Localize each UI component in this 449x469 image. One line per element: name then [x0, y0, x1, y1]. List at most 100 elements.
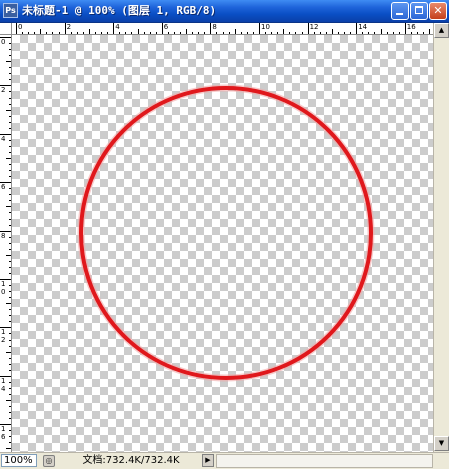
horizontal-ruler-tick	[410, 32, 412, 34]
horizontal-scrollbar[interactable]	[216, 454, 433, 468]
vertical-ruler-label: 4	[1, 134, 6, 143]
vertical-ruler-tick	[9, 91, 11, 93]
window-resize-grip[interactable]	[433, 453, 449, 469]
horizontal-ruler-tick	[265, 32, 267, 34]
vertical-ruler-tick	[6, 351, 11, 353]
vertical-ruler-tick	[9, 393, 11, 395]
zoom-level-field[interactable]: 100%	[1, 454, 37, 467]
horizontal-ruler-tick	[216, 32, 218, 34]
vertical-ruler-tick	[9, 260, 11, 262]
horizontal-ruler-tick	[40, 29, 42, 34]
vertical-ruler-tick	[6, 206, 11, 208]
vertical-ruler-tick	[9, 248, 11, 250]
vertical-ruler-tick	[0, 375, 11, 377]
vertical-ruler-tick	[9, 97, 11, 99]
horizontal-ruler-tick	[356, 23, 358, 34]
vertical-ruler-label: 2	[1, 86, 6, 95]
vertical-ruler-tick	[9, 79, 11, 81]
vertical-ruler-tick	[9, 309, 11, 311]
vertical-ruler-tick	[9, 381, 11, 383]
horizontal-ruler-tick	[404, 23, 406, 34]
vertical-ruler-tick	[6, 303, 11, 305]
horizontal-ruler-tick	[149, 32, 151, 34]
horizontal-ruler-label: 6	[163, 23, 169, 31]
vertical-ruler-tick	[9, 412, 11, 414]
vertical-ruler-tick	[9, 297, 11, 299]
horizontal-ruler-tick	[350, 32, 352, 34]
horizontal-ruler-tick	[368, 32, 370, 34]
horizontal-ruler-tick	[380, 29, 382, 34]
vertical-ruler-tick	[9, 55, 11, 57]
vertical-ruler-label: 1	[1, 328, 6, 337]
horizontal-ruler-tick	[186, 29, 188, 34]
vertical-ruler-tick	[0, 182, 11, 184]
vertical-ruler-tick	[6, 254, 11, 256]
status-menu-arrow-button[interactable]: ▶	[202, 454, 214, 467]
horizontal-ruler-tick	[107, 32, 109, 34]
vertical-ruler-tick	[9, 363, 11, 365]
horizontal-ruler-label: 12	[309, 23, 319, 31]
vertical-ruler-tick	[0, 230, 11, 232]
maximize-icon	[415, 6, 423, 14]
horizontal-ruler-tick	[192, 32, 194, 34]
horizontal-ruler-tick	[82, 32, 84, 34]
horizontal-ruler-tick	[64, 23, 66, 34]
horizontal-ruler-tick	[34, 32, 36, 34]
horizontal-ruler-tick	[198, 32, 200, 34]
vertical-ruler-tick	[9, 49, 11, 51]
horizontal-ruler-tick	[307, 23, 309, 34]
horizontal-ruler-label: 2	[66, 23, 72, 31]
horizontal-ruler-tick	[392, 32, 394, 34]
vertical-ruler-tick	[6, 61, 11, 63]
horizontal-ruler-tick	[88, 29, 90, 34]
horizontal-ruler-label: 14	[358, 23, 368, 31]
maximize-button[interactable]	[410, 2, 428, 20]
vertical-ruler-tick	[9, 121, 11, 123]
canvas-layer	[77, 84, 375, 382]
horizontal-ruler-tick	[167, 32, 169, 34]
horizontal-ruler-tick	[259, 23, 260, 34]
vertical-ruler-tick	[9, 224, 11, 226]
horizontal-ruler-label: 10	[261, 23, 270, 31]
horizontal-ruler-tick	[16, 23, 17, 34]
scroll-down-button[interactable]: ▼	[434, 436, 449, 451]
horizontal-ruler-tick	[252, 32, 254, 34]
minimize-button[interactable]	[391, 2, 409, 20]
vertical-scrollbar[interactable]: ▲ ▼	[433, 23, 449, 452]
horizontal-ruler-tick	[301, 32, 303, 34]
horizontal-ruler-tick	[173, 32, 175, 34]
horizontal-ruler[interactable]: 0 2 4 6 8 10 12 14 16	[12, 23, 433, 35]
vertical-ruler-label: 1	[1, 376, 6, 385]
vertical-ruler-tick	[0, 424, 11, 426]
horizontal-ruler-label: 8	[212, 23, 217, 31]
status-info-icon[interactable]: ◎	[43, 455, 55, 467]
horizontal-ruler-tick	[28, 32, 30, 34]
scroll-up-button[interactable]: ▲	[434, 23, 449, 38]
horizontal-ruler-tick	[125, 32, 127, 34]
horizontal-ruler-tick	[222, 32, 224, 34]
horizontal-ruler-tick	[325, 32, 327, 34]
horizontal-ruler-tick	[137, 29, 139, 34]
vertical-ruler-tick	[9, 103, 11, 105]
vertical-ruler-tick	[9, 291, 11, 293]
vertical-ruler-tick	[9, 369, 11, 371]
vertical-ruler-label: 4	[1, 384, 6, 393]
horizontal-ruler-tick	[113, 23, 115, 34]
horizontal-ruler-tick	[101, 32, 103, 34]
vertical-ruler[interactable]: 0246810121416	[0, 35, 12, 452]
horizontal-ruler-tick	[180, 32, 182, 34]
horizontal-ruler-tick	[58, 32, 60, 34]
document-canvas[interactable]	[12, 35, 433, 452]
ruler-origin-corner[interactable]	[0, 23, 12, 35]
vertical-ruler-label: 6	[1, 433, 6, 442]
vertical-ruler-tick	[9, 430, 11, 432]
document-size-info: 文档:732.4K/732.4K	[82, 455, 180, 466]
window-title-bar[interactable]: Ps 未标题-1 @ 100% (图层 1, RGB/8) ✕	[0, 0, 449, 23]
vertical-ruler-tick	[9, 176, 11, 178]
vertical-ruler-tick	[9, 115, 11, 117]
horizontal-ruler-label: 16	[406, 23, 416, 31]
close-button[interactable]: ✕	[429, 2, 447, 20]
vertical-ruler-label: 0	[1, 288, 6, 296]
vertical-ruler-tick	[9, 139, 11, 141]
horizontal-ruler-tick	[131, 32, 133, 34]
